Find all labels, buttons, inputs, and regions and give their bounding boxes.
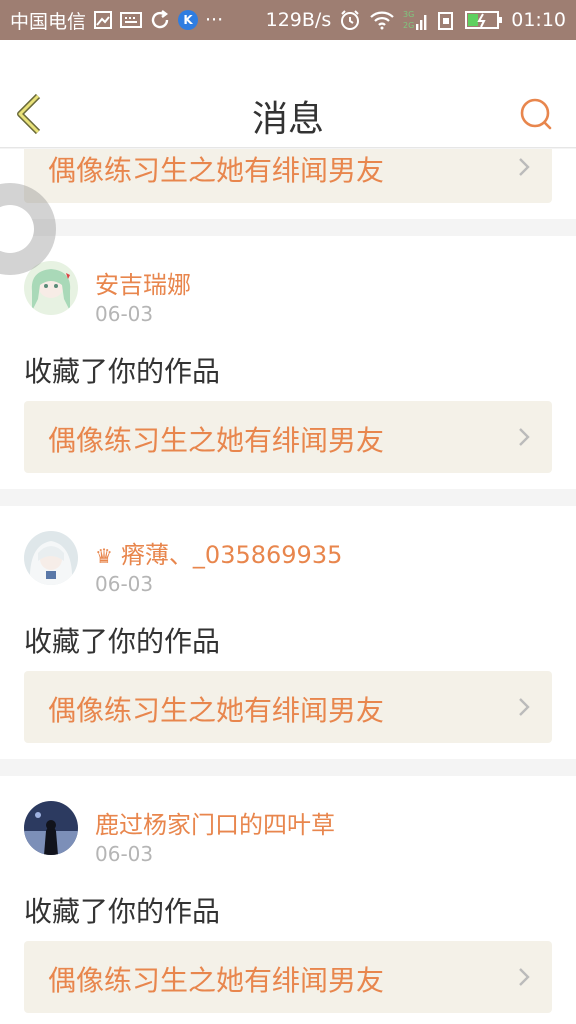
chevron-right-icon — [519, 698, 530, 716]
work-link[interactable]: 偶像练习生之她有绯闻男友 — [24, 941, 552, 1013]
chevron-right-icon — [519, 428, 530, 446]
work-title: 偶像练习生之她有绯闻男友 — [48, 964, 385, 997]
k-app-icon: K — [178, 10, 199, 30]
more-notifications-icon: ··· — [205, 9, 224, 31]
phone-screen: 中国电信 K ··· 129B/s 3G 2G 01:10 消息 偶像练习生之她… — [0, 0, 576, 1024]
work-title: 偶像练习生之她有绯闻男友 — [48, 694, 385, 727]
action-text: 收藏了你的作品 — [24, 895, 221, 928]
status-bar-right: 129B/s 3G 2G 01:10 — [266, 8, 566, 32]
message-feed[interactable]: 偶像练习生之她有绯闻男友 安吉瑞娜 06-03 收藏了你的作品 偶像练习生之她有… — [0, 149, 576, 1024]
work-title: 偶像练习生之她有绯闻男友 — [48, 424, 385, 457]
chevron-right-icon — [519, 158, 530, 176]
message-card-partial: 偶像练习生之她有绯闻男友 — [0, 149, 576, 219]
keyboard-icon — [120, 11, 143, 29]
username[interactable]: 鹿过杨家门口的四叶草 — [95, 805, 335, 840]
search-icon — [520, 98, 552, 130]
message-date: 06-03 — [95, 302, 154, 326]
app-header: 消息 — [0, 40, 576, 148]
work-link[interactable]: 偶像练习生之她有绯闻男友 — [24, 401, 552, 473]
work-title: 偶像练习生之她有绯闻男友 — [48, 154, 385, 187]
message-date: 06-03 — [95, 842, 154, 866]
avatar[interactable] — [24, 531, 78, 585]
crown-icon: ♛ — [95, 544, 113, 568]
carrier-label: 中国电信 — [10, 10, 87, 33]
username[interactable]: 安吉瑞娜 — [95, 265, 191, 300]
network-speed: 129B/s — [265, 9, 332, 31]
message-card: 安吉瑞娜 06-03 收藏了你的作品 偶像练习生之她有绯闻男友 — [0, 236, 576, 489]
image-icon — [93, 10, 113, 30]
page-title: 消息 — [251, 99, 324, 140]
message-card: ♛ 瘠薄、_035869935 06-03 收藏了你的作品 偶像练习生之她有绯闻男… — [0, 506, 576, 759]
clock: 01:10 — [511, 9, 566, 31]
work-link[interactable]: 偶像练习生之她有绯闻男友 — [24, 149, 552, 203]
status-bar: 中国电信 K ··· 129B/s 3G 2G 01:10 — [0, 0, 576, 40]
message-card: 鹿过杨家门口的四叶草 06-03 收藏了你的作品 偶像练习生之她有绯闻男友 — [0, 776, 576, 1024]
action-text: 收藏了你的作品 — [24, 625, 221, 658]
assist-button-core — [0, 205, 34, 253]
action-text: 收藏了你的作品 — [24, 355, 221, 388]
avatar[interactable] — [24, 801, 78, 855]
status-bar-left: 中国电信 K ··· — [10, 7, 223, 34]
work-link[interactable]: 偶像练习生之她有绯闻男友 — [24, 671, 552, 743]
chevron-right-icon — [519, 968, 530, 986]
svg-text:2G: 2G — [403, 21, 414, 30]
message-date: 06-03 — [95, 572, 154, 596]
sync-icon — [149, 9, 171, 31]
sim-icon — [437, 9, 457, 31]
wifi-icon — [369, 10, 395, 30]
username-row[interactable]: ♛ 瘠薄、_035869935 — [95, 535, 342, 570]
cellular-signal-icon: 3G 2G — [403, 8, 429, 32]
username: 瘠薄、_035869935 — [120, 541, 343, 569]
svg-text:3G: 3G — [403, 10, 414, 19]
battery-icon — [465, 10, 503, 30]
alarm-icon — [339, 9, 361, 31]
search-button[interactable] — [518, 96, 554, 132]
